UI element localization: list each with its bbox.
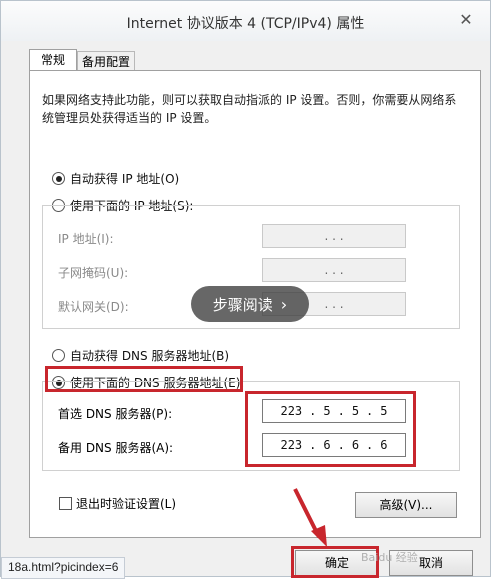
highlight-manual-dns [45,366,243,392]
chevron-right-icon: › [280,294,288,314]
gateway-label: 默认网关(D): [58,300,129,314]
tab-alternate-config[interactable]: 备用配置 [77,51,135,71]
step-reading-overlay[interactable]: 步骤阅读 › [191,286,309,322]
advanced-button[interactable]: 高级(V)... [355,492,457,518]
subnet-mask-label: 子网掩码(U): [58,266,129,280]
radio-label: 自动获得 DNS 服务器地址(B) [70,349,230,363]
description-text: 如果网络支持此功能，则可以获取自动指派的 IP 设置。否则，你需要从网络系统管理… [42,93,457,125]
preferred-dns-label: 首选 DNS 服务器(P): [58,407,173,421]
overlay-text: 步骤阅读 [212,295,273,314]
checkbox-label: 退出时验证设置(L) [76,497,177,511]
arrow-icon [293,488,327,547]
radio-dot [52,349,65,362]
highlight-dns-fields [245,391,416,467]
alternate-dns-label: 备用 DNS 服务器(A): [58,441,174,455]
window-title: Internet 协议版本 4 (TCP/IPv4) 属性 [126,16,365,32]
radio-dot [52,172,65,185]
watermark-text: Baidu 经验 [361,551,418,564]
ip-address-label: IP 地址(I): [58,232,114,246]
url-status-bar: 18a.html?picindex=6 [1,557,126,579]
tab-general[interactable]: 常规 [29,49,77,71]
close-icon[interactable]: ✕ [456,11,476,29]
ip-address-field[interactable]: . . . [262,224,406,248]
dialog-window: Internet 协议版本 4 (TCP/IPv4) 属性 ✕ 常规 备用配置 … [0,0,491,579]
title-bar: Internet 协议版本 4 (TCP/IPv4) 属性 ✕ [1,1,490,41]
validate-on-exit-checkbox[interactable]: 退出时验证设置(L) [59,495,176,512]
radio-auto-dns[interactable]: 自动获得 DNS 服务器地址(B) [52,347,229,364]
radio-label: 自动获得 IP 地址(O) [70,172,180,186]
subnet-mask-field[interactable]: . . . [262,258,406,282]
checkbox-box [59,497,72,510]
radio-auto-ip[interactable]: 自动获得 IP 地址(O) [52,170,179,187]
